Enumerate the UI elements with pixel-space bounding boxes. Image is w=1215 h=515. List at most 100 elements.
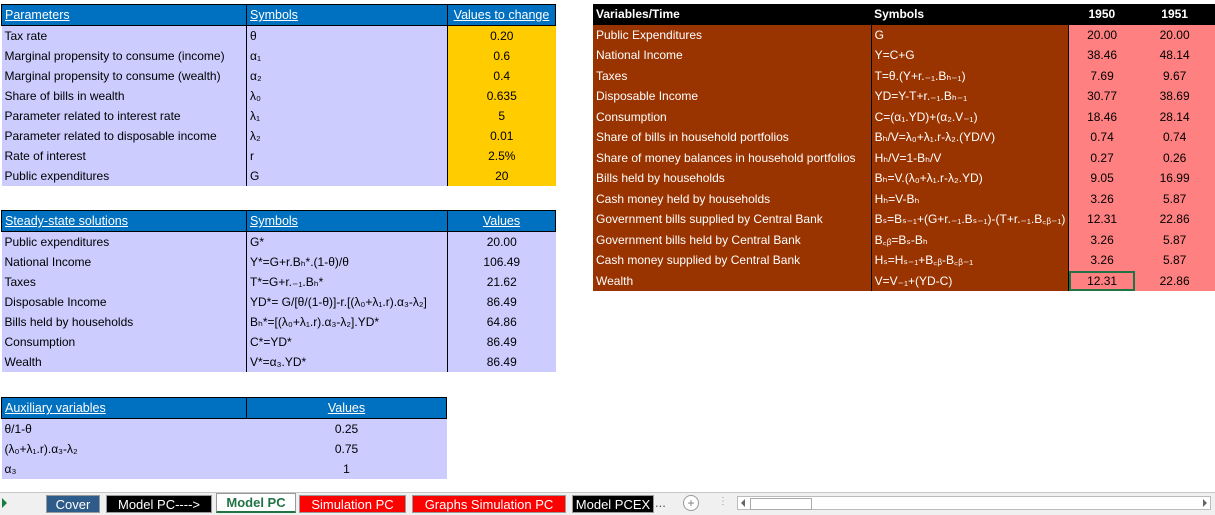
- cell[interactable]: Share of bills in wealth: [1, 86, 247, 106]
- cell[interactable]: 5.87: [1134, 188, 1215, 209]
- cell[interactable]: 21.62: [447, 272, 556, 292]
- header-cell[interactable]: Parameters: [1, 4, 247, 26]
- cell[interactable]: Public expenditures: [1, 231, 247, 252]
- cell[interactable]: 3.26: [1068, 188, 1135, 209]
- cell[interactable]: 28.14: [1134, 106, 1215, 127]
- header-cell[interactable]: Steady-state solutions: [1, 210, 247, 232]
- cell[interactable]: 86.49: [447, 292, 556, 312]
- cell[interactable]: 0.01: [447, 126, 556, 146]
- cell[interactable]: Public Expenditures: [593, 24, 872, 45]
- cell[interactable]: Cash money supplied by Central Bank: [593, 250, 872, 271]
- cell[interactable]: 30.77: [1068, 86, 1135, 107]
- cell[interactable]: G: [871, 24, 1070, 45]
- header-cell[interactable]: 1951: [1134, 4, 1215, 25]
- cell[interactable]: V*=α₃.YD*: [246, 352, 448, 372]
- cell[interactable]: Wealth: [1, 352, 247, 372]
- splitter-handle-icon[interactable]: ⋮: [718, 496, 728, 507]
- cell[interactable]: 0.635: [447, 86, 556, 106]
- cell[interactable]: 12.31: [1068, 209, 1135, 230]
- cell[interactable]: 3.26: [1068, 229, 1135, 250]
- cell[interactable]: 0.74: [1068, 127, 1135, 148]
- cell[interactable]: 22.86: [1134, 209, 1215, 230]
- cell[interactable]: 64.86: [447, 312, 556, 332]
- cell[interactable]: 0.26: [1134, 147, 1215, 168]
- cell[interactable]: 2.5%: [447, 146, 556, 166]
- cell[interactable]: Bₕ*=[(λ₀+λ₁.r).α₃-λ₂].YD*: [246, 312, 448, 332]
- header-cell[interactable]: Values: [447, 210, 556, 232]
- cell[interactable]: Rate of interest: [1, 146, 247, 166]
- scrollbar-thumb[interactable]: [750, 498, 812, 510]
- cell[interactable]: 0.6: [447, 46, 556, 66]
- cell[interactable]: 38.69: [1134, 86, 1215, 107]
- cell[interactable]: 9.05: [1068, 168, 1135, 189]
- cell[interactable]: Y*=G+r.Bₕ*.(1-θ)/θ: [246, 252, 448, 272]
- cell[interactable]: (λ₀+λ₁.r).α₃-λ₂: [1, 439, 247, 459]
- cell[interactable]: G*: [246, 231, 448, 252]
- cell[interactable]: 48.14: [1134, 45, 1215, 66]
- cell[interactable]: 0.4: [447, 66, 556, 86]
- cell[interactable]: Parameter related to interest rate: [1, 106, 247, 126]
- cell[interactable]: θ: [246, 25, 448, 46]
- cell[interactable]: Bills held by households: [593, 168, 872, 189]
- header-cell[interactable]: Symbols: [871, 4, 1069, 25]
- cell[interactable]: Hₕ/V=1-Bₕ/V: [871, 147, 1070, 168]
- header-cell[interactable]: Auxiliary variables: [1, 397, 247, 419]
- cell[interactable]: Taxes: [1, 272, 247, 292]
- cell[interactable]: λ₀: [246, 86, 448, 106]
- cell[interactable]: Hₕ=V-Bₕ: [871, 188, 1070, 209]
- cell[interactable]: θ/1-θ: [1, 418, 247, 439]
- cell[interactable]: 86.49: [447, 332, 556, 352]
- cell[interactable]: 20.00: [447, 231, 556, 252]
- cell[interactable]: Cash money held by households: [593, 188, 872, 209]
- cell[interactable]: Taxes: [593, 65, 872, 86]
- sheet-tab-model-pcex[interactable]: Model PCEX: [572, 495, 654, 513]
- cell[interactable]: Bₛ=Bₛ₋₁+(G+r.₋₁.Bₛ₋₁)-(T+r.₋₁.B꜀ᵦ₋₁): [871, 209, 1070, 230]
- cell[interactable]: Disposable Income: [1, 292, 247, 312]
- cell[interactable]: Government bills supplied by Central Ban…: [593, 209, 872, 230]
- cell[interactable]: 20.00: [1134, 24, 1215, 45]
- cell[interactable]: Bₕ/V=λ₀+λ₁.r-λ₂.(YD/V): [871, 127, 1070, 148]
- sheet-tab-simulation-pc[interactable]: Simulation PC: [299, 495, 406, 513]
- cell[interactable]: T=θ.(Y+r.₋₁.Bₕ₋₁): [871, 65, 1070, 86]
- sheet-nav-arrow-icon[interactable]: [2, 498, 7, 508]
- cell[interactable]: YD*= G/[θ/(1-θ)]-r.[(λ₀+λ₁.r).α₃-λ₂]: [246, 292, 448, 312]
- cell[interactable]: 38.46: [1068, 45, 1135, 66]
- header-cell[interactable]: Symbols: [246, 210, 448, 232]
- header-cell[interactable]: 1950: [1068, 4, 1135, 25]
- cell[interactable]: C=(α₁.YD)+(α₂.V₋₁): [871, 106, 1070, 127]
- cell[interactable]: 12.31: [1068, 270, 1135, 291]
- horizontal-scrollbar[interactable]: [737, 496, 1211, 510]
- cell[interactable]: 9.67: [1134, 65, 1215, 86]
- cell[interactable]: 0.27: [1068, 147, 1135, 168]
- scroll-left-icon[interactable]: [741, 499, 745, 507]
- cell[interactable]: Marginal propensity to consume (income): [1, 46, 247, 66]
- cell[interactable]: 106.49: [447, 252, 556, 272]
- cell[interactable]: λ₂: [246, 126, 448, 146]
- cell[interactable]: Public expenditures: [1, 166, 247, 186]
- cell[interactable]: 86.49: [447, 352, 556, 372]
- cell[interactable]: 7.69: [1068, 65, 1135, 86]
- cell[interactable]: 5.87: [1134, 229, 1215, 250]
- header-cell[interactable]: Values to change: [447, 4, 556, 26]
- cell[interactable]: 16.99: [1134, 168, 1215, 189]
- cell[interactable]: α₁: [246, 46, 448, 66]
- header-cell[interactable]: Variables/Time: [593, 4, 872, 25]
- cell[interactable]: V=V₋₁+(YD-C): [871, 270, 1070, 291]
- cell[interactable]: 0.25: [246, 418, 447, 439]
- cell[interactable]: B꜀ᵦ=Bₛ-Bₕ: [871, 229, 1070, 250]
- cell[interactable]: National Income: [593, 45, 872, 66]
- add-sheet-icon[interactable]: +: [683, 495, 699, 511]
- cell[interactable]: National Income: [1, 252, 247, 272]
- cell[interactable]: Tax rate: [1, 25, 247, 46]
- header-cell[interactable]: Values: [246, 397, 447, 419]
- cell[interactable]: Marginal propensity to consume (wealth): [1, 66, 247, 86]
- sheet-tab-graphs-simulation-pc[interactable]: Graphs Simulation PC: [412, 495, 566, 513]
- cell[interactable]: 0.74: [1134, 127, 1215, 148]
- cell[interactable]: Wealth: [593, 270, 872, 291]
- cell[interactable]: Share of bills in household portfolios: [593, 127, 872, 148]
- cell[interactable]: α₃: [1, 459, 247, 479]
- cell[interactable]: λ₁: [246, 106, 448, 126]
- cell[interactable]: Bills held by households: [1, 312, 247, 332]
- cell[interactable]: Disposable Income: [593, 86, 872, 107]
- cell[interactable]: 0.75: [246, 439, 447, 459]
